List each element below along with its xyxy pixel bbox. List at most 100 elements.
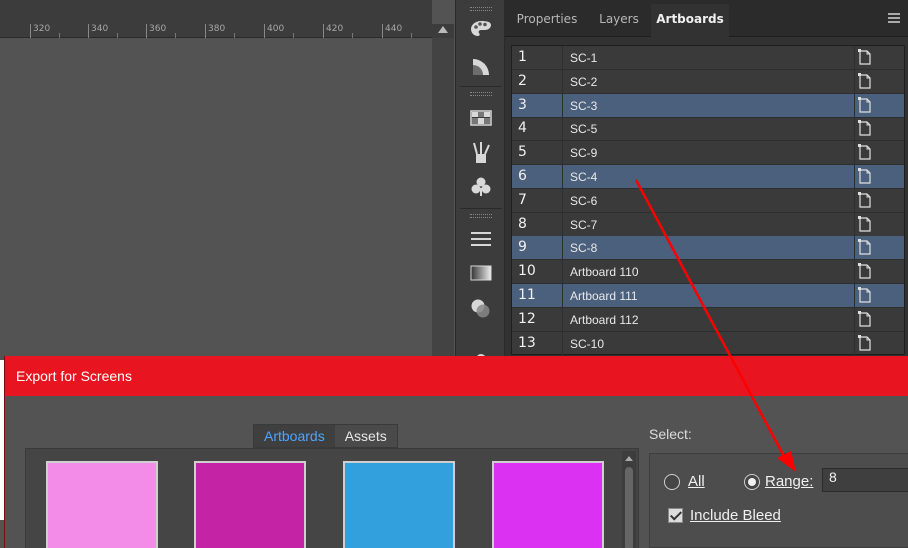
panel-icon-strip bbox=[455, 0, 505, 362]
artboard-row[interactable]: 2 SC-2 bbox=[512, 69, 904, 94]
artboard-number: 9 bbox=[518, 239, 527, 256]
artboard-number: 11 bbox=[518, 287, 536, 303]
ruler-label: 420 bbox=[326, 24, 344, 34]
grip-handle[interactable] bbox=[470, 214, 492, 218]
artboard-options-icon[interactable] bbox=[858, 96, 872, 113]
tab-artboards-export[interactable]: Artboards bbox=[254, 425, 335, 447]
ruler-label: 440 bbox=[385, 24, 403, 34]
all-label[interactable]: All bbox=[688, 473, 705, 490]
gradient-icon[interactable] bbox=[469, 262, 493, 284]
artboard-options-icon[interactable] bbox=[858, 263, 872, 279]
artboard-row[interactable]: 11 Artboard 111 bbox=[512, 284, 904, 308]
transparency-icon[interactable] bbox=[469, 298, 493, 320]
tab-properties[interactable]: Properties bbox=[509, 4, 585, 37]
artboard-options-icon[interactable] bbox=[858, 144, 872, 160]
artboard-options-icon[interactable] bbox=[858, 239, 872, 255]
artboard-name[interactable]: SC-5 bbox=[570, 122, 597, 136]
artboard-list: 1 SC-1 2 SC-2 3 SC-3 4 SC-5 5 SC-9 6 SC-4 7 SC-6 8 SC-7… bbox=[511, 45, 905, 356]
ruler-label: 340 bbox=[91, 24, 109, 34]
range-radio[interactable] bbox=[744, 474, 760, 490]
artboard-row[interactable]: 1 SC-1 bbox=[512, 46, 904, 70]
artboard-options-icon[interactable] bbox=[858, 191, 872, 208]
dialog-body: Artboards Assets Select: All Range: 8 In… bbox=[5, 396, 908, 548]
all-radio[interactable] bbox=[664, 474, 680, 490]
ruler-label: 320 bbox=[33, 24, 51, 34]
artboard-name[interactable]: SC-7 bbox=[570, 218, 597, 232]
artboard-number: 7 bbox=[518, 191, 527, 208]
artboard-row[interactable]: 4 SC-5 bbox=[512, 117, 904, 142]
swatch-grid-icon[interactable] bbox=[469, 107, 493, 129]
color-guide-icon[interactable] bbox=[469, 56, 493, 78]
artboard-number: 8 bbox=[518, 215, 527, 232]
artboard-options-icon[interactable] bbox=[858, 215, 872, 232]
artboard-row[interactable]: 12 Artboard 112 bbox=[512, 307, 904, 332]
artboard-name[interactable]: Artboard 112 bbox=[570, 313, 639, 327]
scroll-up-button[interactable] bbox=[432, 24, 454, 38]
range-label[interactable]: Range: bbox=[765, 473, 813, 490]
artboard-number: 4 bbox=[518, 120, 527, 137]
artboard-row[interactable]: 7 SC-6 bbox=[512, 188, 904, 213]
artboard-number: 2 bbox=[518, 72, 527, 89]
artboard-number: 5 bbox=[518, 144, 527, 161]
ruler-label: 400 bbox=[267, 24, 285, 34]
grip-handle[interactable] bbox=[470, 7, 492, 11]
select-options: All Range: 8 Include Bleed bbox=[649, 453, 908, 548]
artboard-name[interactable]: Artboard 110 bbox=[570, 265, 639, 279]
artboard-name[interactable]: SC-6 bbox=[570, 194, 597, 208]
artboard-options-icon[interactable] bbox=[858, 310, 872, 327]
vertical-scrollbar[interactable] bbox=[432, 38, 454, 358]
artboard-row[interactable]: 5 SC-9 bbox=[512, 141, 904, 166]
stroke-icon[interactable] bbox=[469, 228, 493, 250]
tab-layers[interactable]: Layers bbox=[589, 4, 649, 37]
artboard-name[interactable]: Artboard 111 bbox=[570, 289, 638, 303]
grip-handle[interactable] bbox=[470, 92, 492, 96]
artboard-options-icon[interactable] bbox=[858, 334, 872, 351]
artboard-options-icon[interactable] bbox=[858, 120, 872, 136]
artboards-panel: Properties Layers Artboards 1 SC-1 2 SC-2 3 S… bbox=[505, 0, 908, 360]
artboard-number: 3 bbox=[518, 96, 527, 113]
artboard-name[interactable]: SC-2 bbox=[570, 75, 597, 89]
export-type-tabs: Artboards Assets bbox=[253, 424, 398, 448]
artboard-name[interactable]: SC-8 bbox=[570, 241, 597, 255]
artboard-thumbnail[interactable] bbox=[194, 461, 306, 548]
brushes-icon[interactable] bbox=[469, 141, 493, 163]
arrow-up-icon bbox=[438, 26, 448, 33]
include-bleed-label[interactable]: Include Bleed bbox=[690, 507, 781, 524]
palette-icon[interactable] bbox=[469, 18, 493, 40]
range-input[interactable]: 8 bbox=[822, 468, 908, 492]
artboard-row[interactable]: 6 SC-4 bbox=[512, 165, 904, 189]
ruler-label: 380 bbox=[208, 24, 226, 34]
thumbnails-scrollbar[interactable] bbox=[622, 451, 636, 548]
artboard-options-icon[interactable] bbox=[858, 287, 872, 303]
artboard-row[interactable]: 8 SC-7 bbox=[512, 212, 904, 237]
artboard-name[interactable]: SC-4 bbox=[570, 170, 597, 184]
artboard-options-icon[interactable] bbox=[858, 72, 872, 89]
artboard-row[interactable]: 10 Artboard 110 bbox=[512, 260, 904, 285]
scroll-thumb[interactable] bbox=[625, 467, 633, 548]
artboard-row[interactable]: 13 SC-10 bbox=[512, 331, 904, 356]
artboard-number: 6 bbox=[518, 168, 527, 184]
tab-assets-export[interactable]: Assets bbox=[334, 425, 397, 447]
artboard-number: 12 bbox=[518, 310, 536, 327]
symbols-icon[interactable] bbox=[469, 176, 493, 198]
tab-artboards[interactable]: Artboards bbox=[651, 4, 729, 37]
artboard-options-icon[interactable] bbox=[858, 49, 872, 65]
panel-menu-icon[interactable] bbox=[888, 13, 900, 23]
artboard-number: 13 bbox=[518, 334, 536, 351]
canvas-area[interactable] bbox=[0, 39, 432, 359]
artboard-thumbnail[interactable] bbox=[492, 461, 604, 548]
artboard-name[interactable]: SC-1 bbox=[570, 51, 597, 65]
dialog-titlebar[interactable]: Export for Screens bbox=[5, 356, 908, 396]
artboard-thumbnail[interactable] bbox=[343, 461, 455, 548]
select-label: Select: bbox=[649, 426, 692, 442]
artboard-name[interactable]: SC-3 bbox=[570, 99, 597, 113]
artboard-row[interactable]: 9 SC-8 bbox=[512, 236, 904, 261]
artboard-options-icon[interactable] bbox=[858, 168, 872, 184]
export-for-screens-dialog: Export for Screens Artboards Assets Sele… bbox=[4, 356, 908, 548]
artboard-thumbnail[interactable] bbox=[46, 461, 158, 548]
artboard-row[interactable]: 3 SC-3 bbox=[512, 93, 904, 118]
panel-tabs: Properties Layers Artboards bbox=[505, 0, 908, 37]
include-bleed-checkbox[interactable] bbox=[668, 508, 683, 523]
artboard-name[interactable]: SC-10 bbox=[570, 337, 604, 351]
artboard-name[interactable]: SC-9 bbox=[570, 146, 597, 160]
